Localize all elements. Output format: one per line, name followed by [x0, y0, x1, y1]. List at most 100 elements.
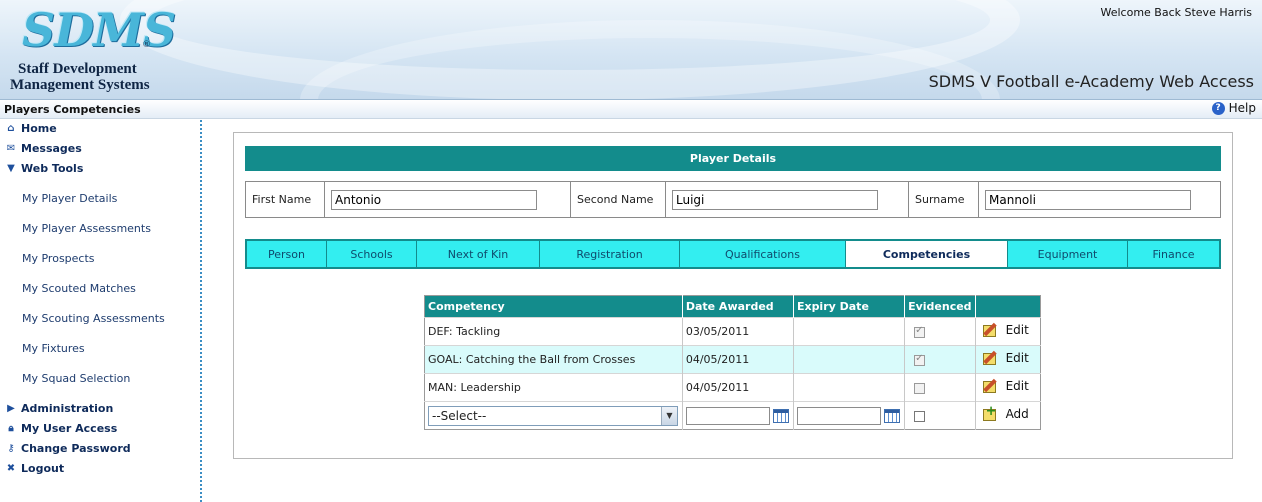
action-cell: Edit: [975, 373, 1041, 402]
calendar-icon[interactable]: [883, 408, 900, 423]
surname-input[interactable]: [985, 189, 1191, 210]
surname-label: Surname: [909, 182, 979, 217]
sidebar-item-administration[interactable]: ▶ Administration: [5, 402, 113, 415]
content-panel: Player Details First Name Second Name Su…: [233, 132, 1233, 459]
sidebar-item-logout[interactable]: ✖ Logout: [5, 462, 64, 475]
action-cell: Edit: [975, 345, 1041, 374]
tab-schools[interactable]: Schools: [327, 241, 417, 267]
new-expiry-date-cell: [793, 401, 906, 430]
sidebar-item-label: Administration: [21, 402, 114, 415]
tab-person[interactable]: Person: [247, 241, 327, 267]
sidebar-item-my-scouted-matches[interactable]: My Scouted Matches: [22, 282, 136, 295]
help-icon: ?: [1211, 101, 1225, 115]
help-link[interactable]: ? Help: [1211, 101, 1256, 115]
sidebar-item-label: My User Access: [21, 422, 118, 435]
sidebar-item-label: Messages: [21, 142, 82, 155]
competency-cell: DEF: Tackling: [424, 317, 683, 346]
edit-icon: [982, 378, 1001, 394]
sdms-logo: SDMS: [22, 3, 176, 57]
sidebar-item-my-user-access[interactable]: 🔒︎ My User Access: [5, 422, 117, 435]
action-cell: Edit: [975, 317, 1041, 346]
chevron-down-icon: ▼: [661, 406, 677, 425]
sidebar-item-web-tools[interactable]: ▼ Web Tools: [5, 162, 83, 175]
column-header-expiry-date: Expiry Date: [793, 295, 906, 318]
tab-equipment[interactable]: Equipment: [1008, 241, 1128, 267]
new-competency-row: --Select-- ▼ + Add: [424, 401, 1041, 430]
close-icon: ✖: [6, 463, 16, 474]
column-header-date-awarded: Date Awarded: [682, 295, 794, 318]
new-evidenced-cell: [904, 401, 976, 430]
sidebar-item-my-scouting-assessments[interactable]: My Scouting Assessments: [22, 312, 165, 325]
sidebar-item-my-player-assessments[interactable]: My Player Assessments: [22, 222, 151, 235]
page-title-bar: Players Competencies ? Help: [0, 100, 1262, 119]
column-header-actions: [975, 295, 1041, 318]
app-header: SDMS ® Staff Development Management Syst…: [0, 0, 1262, 100]
sidebar-item-my-squad-selection[interactable]: My Squad Selection: [22, 372, 130, 385]
logo-tagline-line1: Staff Development: [18, 61, 137, 77]
expiry-date-cell: [793, 345, 906, 374]
edit-label: Edit: [1005, 351, 1029, 365]
tab-qualifications[interactable]: Qualifications: [680, 241, 846, 267]
tab-next-of-kin[interactable]: Next of Kin: [417, 241, 540, 267]
sidebar-item-change-password[interactable]: ⚷ Change Password: [5, 442, 131, 455]
sidebar-item-label: Web Tools: [21, 162, 84, 175]
tab-competencies[interactable]: Competencies: [846, 241, 1008, 267]
competency-cell: GOAL: Catching the Ball from Crosses: [424, 345, 683, 374]
welcome-message: Welcome Back Steve Harris: [1100, 6, 1252, 19]
table-row: GOAL: Catching the Ball from Crosses 04/…: [424, 345, 1041, 374]
new-action-cell: + Add: [975, 401, 1041, 430]
edit-button[interactable]: Edit: [982, 322, 1029, 338]
new-date-awarded-cell: [682, 401, 794, 430]
date-awarded-input[interactable]: [685, 406, 770, 425]
evidenced-checkbox: [914, 353, 926, 366]
edit-button[interactable]: Edit: [982, 378, 1029, 394]
sidebar-item-my-fixtures[interactable]: My Fixtures: [22, 342, 85, 355]
first-name-label: First Name: [246, 182, 325, 217]
logo-tagline-line2: Management Systems: [10, 77, 150, 93]
add-label: Add: [1005, 407, 1029, 421]
messages-icon: ✉: [6, 143, 16, 154]
help-label: Help: [1228, 101, 1256, 115]
evidenced-checkbox: [914, 325, 926, 338]
second-name-input[interactable]: [672, 189, 878, 210]
key-icon: ⚷: [7, 443, 15, 454]
table-row: DEF: Tackling 03/05/2011 Edit: [424, 317, 1041, 346]
expiry-date-input[interactable]: [796, 406, 881, 425]
competency-cell: MAN: Leadership: [424, 373, 683, 402]
competency-select-cell: --Select-- ▼: [424, 401, 683, 430]
evidenced-cell: [904, 317, 976, 346]
sidebar-item-messages[interactable]: ✉ Messages: [5, 142, 82, 155]
evidenced-cell: [904, 373, 976, 402]
expiry-date-cell: [793, 373, 906, 402]
second-name-label: Second Name: [571, 182, 666, 217]
sidebar-item-home[interactable]: ⌂ Home: [5, 122, 57, 135]
sidebar-item-my-prospects[interactable]: My Prospects: [22, 252, 95, 265]
app-title: SDMS V Football e-Academy Web Access: [928, 72, 1254, 91]
first-name-input[interactable]: [331, 189, 537, 210]
edit-label: Edit: [1005, 323, 1029, 337]
sidebar-item-label: Change Password: [21, 442, 131, 455]
sidebar-nav: ⌂ Home ✉ Messages ▼ Web Tools My Player …: [0, 120, 202, 502]
column-header-evidenced: Evidenced: [904, 295, 976, 318]
edit-button[interactable]: Edit: [982, 350, 1029, 366]
table-header-row: Competency Date Awarded Expiry Date Evid…: [424, 295, 1041, 318]
page-title: Players Competencies: [4, 103, 141, 116]
evidenced-checkbox-input[interactable]: [914, 410, 926, 422]
edit-icon: [982, 350, 1001, 366]
date-awarded-cell: 04/05/2011: [682, 345, 794, 374]
surname-cell: [979, 182, 1220, 217]
triangle-right-icon: ▶: [7, 403, 15, 414]
tab-registration[interactable]: Registration: [540, 241, 680, 267]
triangle-down-icon: ▼: [7, 163, 15, 174]
evidenced-checkbox: [914, 382, 926, 394]
calendar-icon[interactable]: [772, 408, 789, 423]
add-button[interactable]: + Add: [982, 404, 1029, 422]
lock-icon: 🔒︎: [8, 423, 14, 434]
player-tabs: Person Schools Next of Kin Registration …: [245, 239, 1221, 269]
sidebar-item-label: Logout: [21, 462, 65, 475]
sidebar-item-my-player-details[interactable]: My Player Details: [22, 192, 117, 205]
sidebar-item-label: Home: [21, 122, 57, 135]
player-details-header: Player Details: [245, 146, 1221, 171]
competency-select[interactable]: --Select-- ▼: [428, 405, 678, 426]
tab-finance[interactable]: Finance: [1128, 241, 1219, 267]
